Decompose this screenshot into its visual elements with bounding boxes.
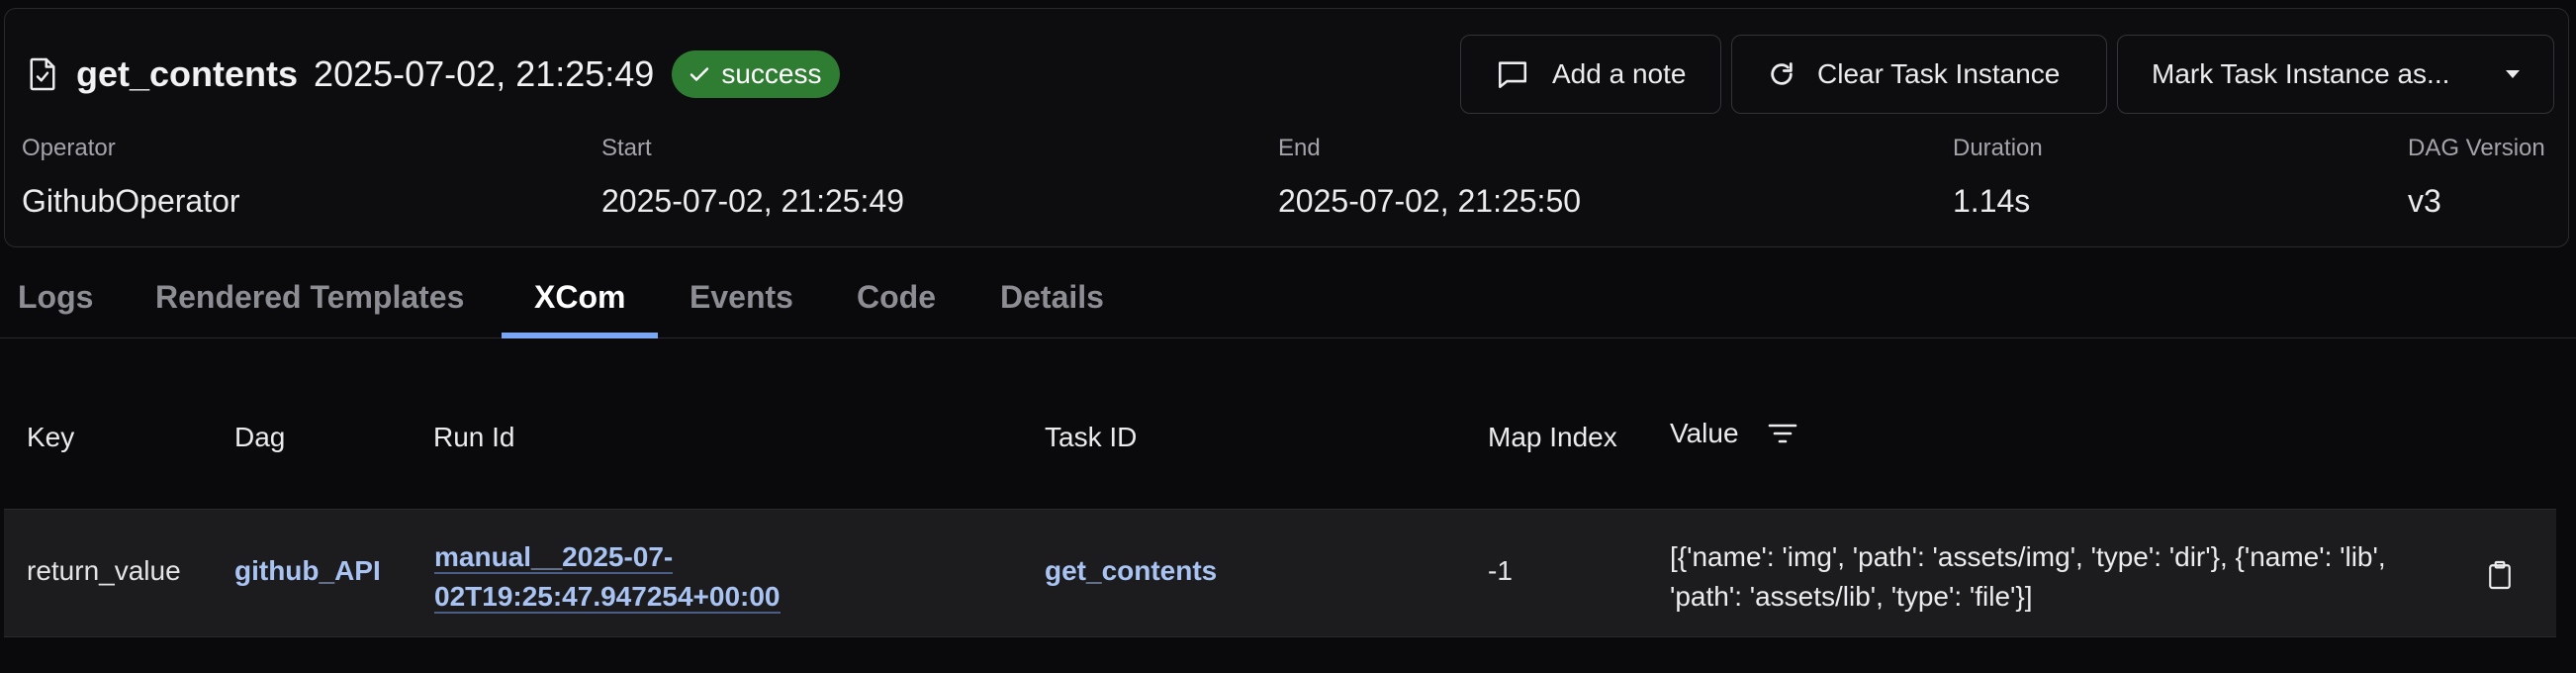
tab-code[interactable]: Code	[857, 279, 936, 316]
dag-version-field: DAG Version v3	[2408, 132, 2545, 220]
filter-icon[interactable]	[1767, 421, 1798, 446]
dag-version-value: v3	[2408, 183, 2441, 219]
cell-key: return_value	[27, 555, 181, 586]
column-key[interactable]: Key	[27, 422, 74, 453]
run-id-link[interactable]: manual__2025-07- 02T19:25:47.947254+00:0…	[434, 537, 870, 617]
start-field: Start 2025-07-02, 21:25:49	[601, 132, 904, 220]
duration-value: 1.14s	[1953, 183, 2031, 219]
table-row: return_value github_API manual__2025-07-…	[4, 509, 2556, 637]
add-note-button[interactable]: Add a note	[1460, 35, 1721, 114]
add-note-label: Add a note	[1552, 58, 1687, 89]
mark-task-instance-label: Mark Task Instance as...	[2152, 58, 2450, 89]
message-square-icon	[1495, 57, 1530, 91]
task-info-row: Operator GithubOperator Start 2025-07-02…	[5, 132, 2568, 231]
clear-task-instance-label: Clear Task Instance	[1817, 58, 2061, 89]
task-id-link[interactable]: get_contents	[1045, 555, 1217, 587]
mark-task-instance-dropdown[interactable]: Mark Task Instance as...	[2117, 35, 2554, 114]
task-instance-tabs: Logs Rendered Templates XCom Events Code…	[0, 265, 2576, 338]
tab-logs[interactable]: Logs	[18, 279, 93, 316]
dag-link[interactable]: github_API	[234, 555, 381, 587]
clear-task-instance-button[interactable]: Clear Task Instance	[1731, 35, 2107, 114]
column-run-id[interactable]: Run Id	[433, 422, 515, 453]
start-label: Start	[601, 135, 652, 161]
active-tab-indicator	[502, 333, 658, 338]
column-task-id[interactable]: Task ID	[1045, 422, 1137, 453]
refresh-icon	[1768, 60, 1795, 88]
column-value-label: Value	[1670, 418, 1739, 448]
status-label: success	[721, 58, 822, 89]
operator-value: GithubOperator	[22, 183, 240, 219]
action-buttons: Add a note Clear Task Instance Mark Task…	[1460, 35, 2554, 114]
task-run-date: 2025-07-02, 21:25:49	[314, 53, 655, 94]
check-icon	[688, 62, 711, 86]
task-name: get_contents	[76, 53, 299, 94]
start-value: 2025-07-02, 21:25:49	[601, 183, 905, 219]
tab-rendered-templates[interactable]: Rendered Templates	[155, 279, 464, 316]
xcom-table-header: Key Dag Run Id Task ID Map Index Value	[0, 396, 2576, 475]
operator-field: Operator GithubOperator	[22, 132, 240, 220]
status-badge: success	[672, 50, 840, 98]
cell-map-index: -1	[1488, 555, 1513, 586]
dag-version-label: DAG Version	[2408, 135, 2545, 161]
end-value: 2025-07-02, 21:25:50	[1278, 183, 1582, 219]
end-label: End	[1278, 135, 1321, 161]
end-field: End 2025-07-02, 21:25:50	[1278, 132, 1581, 220]
file-check-icon	[25, 54, 60, 94]
column-map-index[interactable]: Map Index	[1488, 422, 1617, 453]
duration-label: Duration	[1953, 135, 2043, 161]
cell-value: [{'name': 'img', 'path': 'assets/img', '…	[1670, 541, 2386, 612]
caret-down-icon	[2504, 68, 2522, 80]
duration-field: Duration 1.14s	[1953, 132, 2043, 220]
run-id-line-2: 02T19:25:47.947254+00:00	[434, 581, 781, 614]
column-dag[interactable]: Dag	[234, 422, 285, 453]
tab-xcom[interactable]: XCom	[534, 279, 625, 316]
operator-label: Operator	[22, 135, 116, 161]
title-row: get_contents 2025-07-02, 21:25:49 succes…	[25, 47, 840, 102]
tab-events[interactable]: Events	[690, 279, 793, 316]
column-value: Value	[1670, 418, 1798, 449]
task-instance-header: get_contents 2025-07-02, 21:25:49 succes…	[4, 8, 2569, 247]
run-id-line-1: manual__2025-07-	[434, 541, 674, 574]
tab-details[interactable]: Details	[1000, 279, 1104, 316]
clipboard-icon[interactable]	[2482, 557, 2518, 593]
